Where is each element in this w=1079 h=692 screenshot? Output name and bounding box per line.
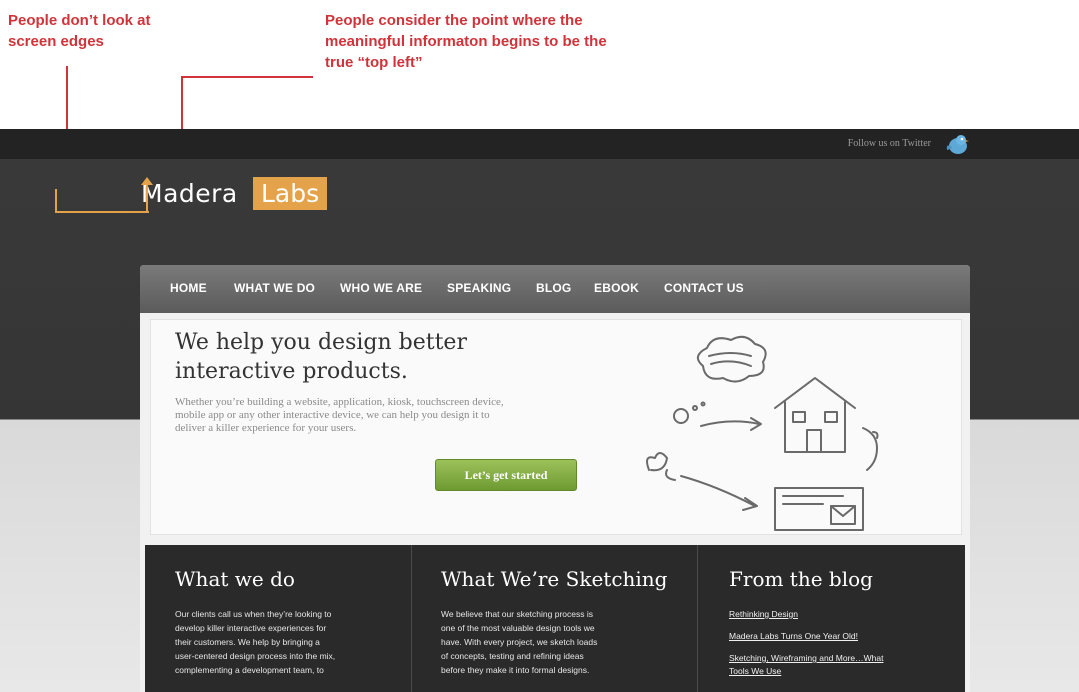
hero-subtitle-line: mobile app or any other interactive devi… xyxy=(175,409,490,421)
annotation-line: meaningful informaton begins to be the xyxy=(325,33,607,50)
column-sketching: What We’re Sketching We believe that our… xyxy=(411,545,697,692)
column-body-line: We believe that our sketching process is xyxy=(441,609,593,619)
website-screenshot: Follow us on Twitter Madera Labs HOME WH… xyxy=(0,129,1079,692)
annotation-line: screen edges xyxy=(8,33,104,50)
column-body: We believe that our sketching process is… xyxy=(441,607,651,677)
column-body-line: user-centered design process into the mi… xyxy=(175,651,336,661)
blog-link[interactable]: Sketching, Wireframing and More…What xyxy=(729,653,883,663)
column-blog: From the blog Rethinking Design Madera L… xyxy=(699,545,965,692)
column-body-line: before they make it into formal designs. xyxy=(441,665,590,675)
hero-title-line: We help you design better xyxy=(175,330,467,355)
nav-contact-us[interactable]: CONTACT US xyxy=(664,281,744,295)
twitter-link[interactable]: Follow us on Twitter xyxy=(848,138,931,149)
column-body-line: Our clients call us when they’re looking… xyxy=(175,609,332,619)
column-body: Our clients call us when they’re looking… xyxy=(175,607,385,677)
annotation-line: true “top left” xyxy=(325,54,423,71)
get-started-button[interactable]: Let’s get started xyxy=(435,459,577,491)
column-divider xyxy=(697,545,698,692)
main-navigation: HOME WHAT WE DO WHO WE ARE SPEAKING BLOG… xyxy=(140,265,970,313)
logo-bracket-line xyxy=(55,189,149,213)
hero-title: We help you design better interactive pr… xyxy=(175,328,595,386)
hero-section: We help you design better interactive pr… xyxy=(150,319,962,535)
logo-bracket-arrow-stem xyxy=(146,182,148,211)
nav-who-we-are[interactable]: WHO WE ARE xyxy=(340,281,422,295)
blog-link[interactable]: Tools We Use xyxy=(729,666,781,676)
annotation-line: People don’t look at xyxy=(8,12,151,29)
column-body-line: one of the most valuable design tools we xyxy=(441,623,595,633)
column-what-we-do: What we do Our clients call us when they… xyxy=(145,545,411,692)
top-left-arrow-horizontal xyxy=(181,76,313,78)
blog-link[interactable]: Rethinking Design xyxy=(729,609,798,619)
twitter-bird-icon[interactable] xyxy=(945,132,971,156)
column-body-line: their customers. We help by bringing a xyxy=(175,637,320,647)
annotation-top-left: People consider the point where the mean… xyxy=(325,10,705,73)
logo-bracket-arrowhead xyxy=(141,177,153,185)
column-title: What we do xyxy=(175,567,295,591)
hero-title-line: interactive products. xyxy=(175,359,408,384)
site-panel: HOME WHAT WE DO WHO WE ARE SPEAKING BLOG… xyxy=(140,265,970,692)
nav-home[interactable]: HOME xyxy=(170,281,207,295)
footer-columns: What we do Our clients call us when they… xyxy=(145,545,965,692)
annotation-line: People consider the point where the xyxy=(325,12,583,29)
top-bar: Follow us on Twitter xyxy=(0,129,1079,159)
hero-subtitle-line: deliver a killer experience for your use… xyxy=(175,422,357,434)
logo-labs-text: Labs xyxy=(253,177,328,210)
column-title: From the blog xyxy=(729,567,873,591)
column-body-line: complementing a development team, to xyxy=(175,665,324,675)
column-title: What We’re Sketching xyxy=(441,567,668,591)
column-body-line: develop killer interactive experiences f… xyxy=(175,623,327,633)
hero-subtitle: Whether you’re building a website, appli… xyxy=(175,396,575,435)
hero-subtitle-line: Whether you’re building a website, appli… xyxy=(175,396,504,408)
nav-what-we-do[interactable]: WHAT WE DO xyxy=(234,281,315,295)
nav-speaking[interactable]: SPEAKING xyxy=(447,281,511,295)
annotation-screen-edges: People don’t look at screen edges xyxy=(8,10,218,52)
nav-blog[interactable]: BLOG xyxy=(536,281,571,295)
column-body-line: have. With every project, we sketch load… xyxy=(441,637,598,647)
column-body-line: of concepts, testing and refining ideas xyxy=(441,651,584,661)
blog-link[interactable]: Madera Labs Turns One Year Old! xyxy=(729,631,858,641)
nav-ebook[interactable]: EBOOK xyxy=(594,281,639,295)
hero-sketch-illustration xyxy=(646,335,879,531)
logo-madera-text: Madera xyxy=(141,179,238,208)
